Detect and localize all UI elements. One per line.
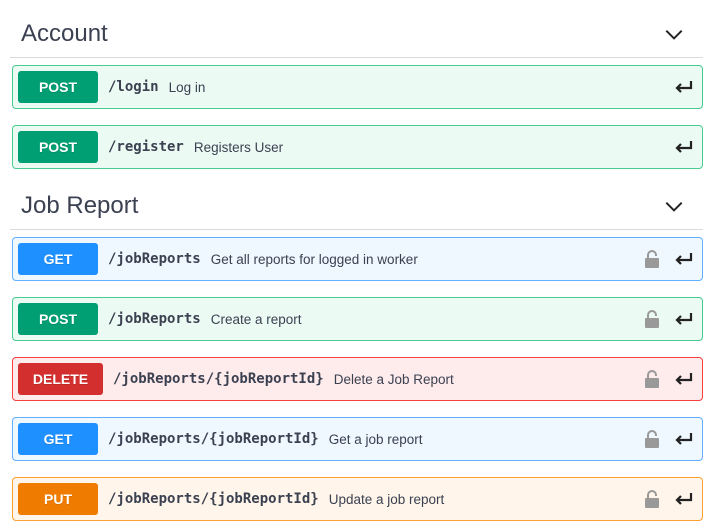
operation-post-jobreports[interactable]: POST /jobReports Create a report [12, 297, 703, 341]
method-badge: PUT [18, 483, 98, 515]
operation-path: /jobReports [108, 251, 201, 267]
section-title: Job Report [21, 191, 139, 219]
lock-icon[interactable] [644, 309, 660, 329]
lock-icon[interactable] [644, 429, 660, 449]
section-title: Account [21, 19, 108, 47]
operation-summary: Delete a Job Report [333, 371, 454, 387]
section-header-job-report[interactable]: Job Report [10, 182, 703, 230]
enter-arrow-icon[interactable] [674, 311, 694, 327]
operation-delete-jobreport[interactable]: DELETE /jobReports/{jobReportId} Delete … [12, 357, 703, 401]
enter-arrow-icon[interactable] [674, 431, 694, 447]
operation-path: /jobReports/{jobReportId} [108, 431, 319, 447]
chevron-down-icon[interactable] [663, 195, 685, 217]
method-badge: POST [18, 131, 98, 163]
operation-path: /login [108, 79, 159, 95]
operation-path: /jobReports/{jobReportId} [108, 491, 319, 507]
operation-get-jobreports[interactable]: GET /jobReports Get all reports for logg… [12, 237, 703, 281]
enter-arrow-icon[interactable] [674, 251, 694, 267]
operation-summary: Create a report [210, 311, 302, 327]
lock-icon[interactable] [644, 249, 660, 269]
operation-summary: Update a job report [328, 491, 445, 507]
method-badge: POST [18, 303, 98, 335]
method-badge: POST [18, 71, 98, 103]
operation-summary: Get a job report [328, 431, 423, 447]
enter-arrow-icon[interactable] [674, 491, 694, 507]
section-header-account[interactable]: Account [10, 10, 703, 58]
operation-summary: Log in [168, 79, 206, 95]
enter-arrow-icon[interactable] [674, 371, 694, 387]
operation-path: /jobReports/{jobReportId} [113, 371, 324, 387]
operation-summary: Registers User [193, 139, 284, 155]
operation-post-login[interactable]: POST /login Log in [12, 65, 703, 109]
method-badge: DELETE [18, 363, 103, 395]
enter-arrow-icon[interactable] [674, 79, 694, 95]
lock-icon[interactable] [644, 369, 660, 389]
chevron-down-icon[interactable] [663, 23, 685, 45]
lock-icon[interactable] [644, 489, 660, 509]
enter-arrow-icon[interactable] [674, 139, 694, 155]
operation-summary: Get all reports for logged in worker [210, 251, 418, 267]
operation-path: /register [108, 139, 184, 155]
method-badge: GET [18, 243, 98, 275]
operation-get-jobreport[interactable]: GET /jobReports/{jobReportId} Get a job … [12, 417, 703, 461]
operation-put-jobreport[interactable]: PUT /jobReports/{jobReportId} Update a j… [12, 477, 703, 521]
method-badge: GET [18, 423, 98, 455]
operation-post-register[interactable]: POST /register Registers User [12, 125, 703, 169]
operation-path: /jobReports [108, 311, 201, 327]
